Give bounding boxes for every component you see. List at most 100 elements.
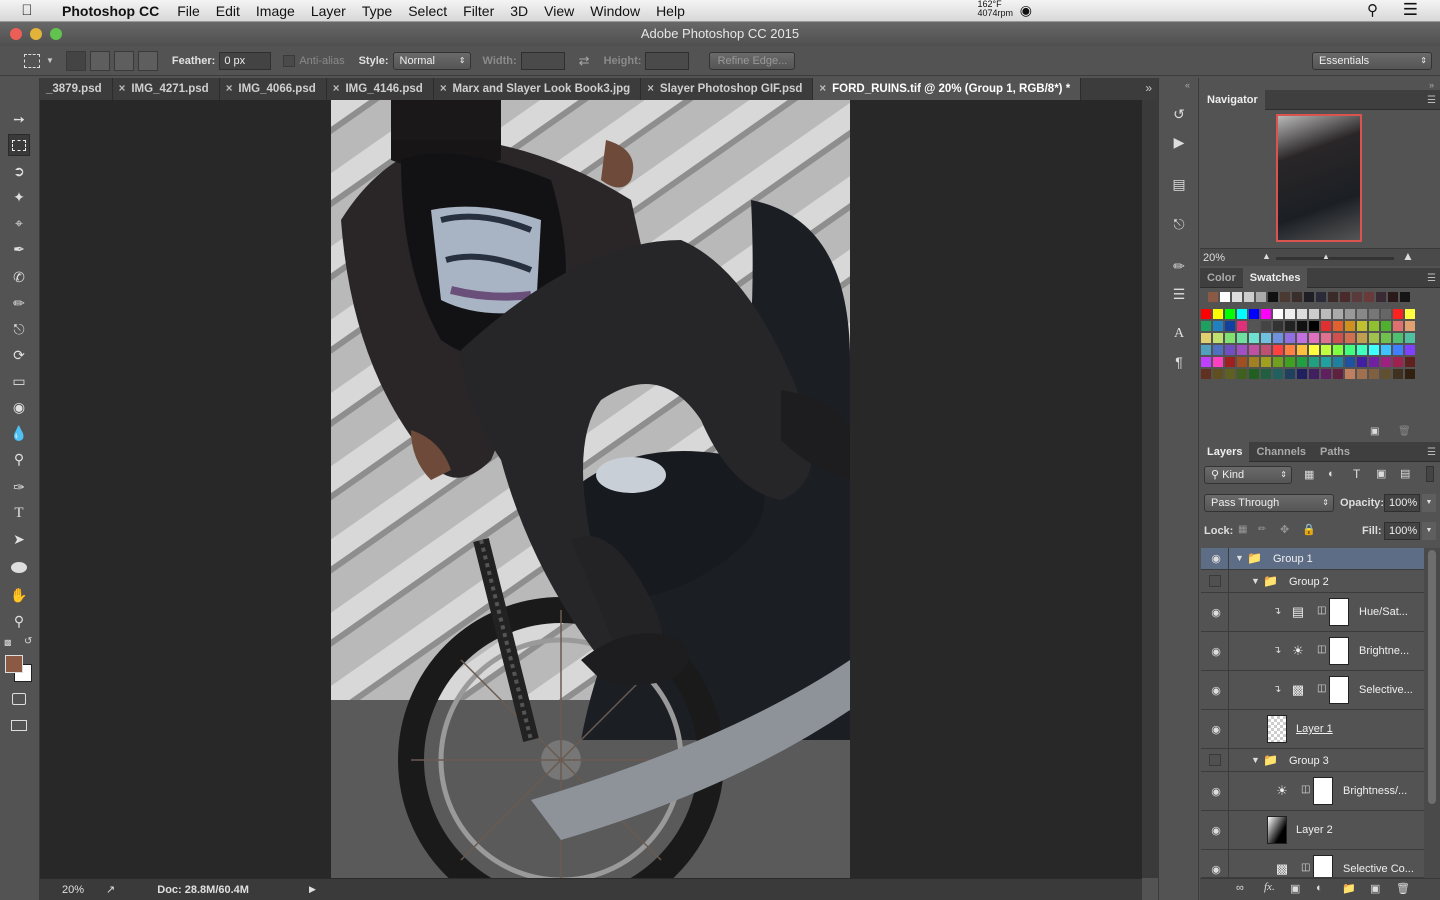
zoom-tool-icon[interactable]: ⚲ — [8, 610, 30, 632]
layers-scrollbar-thumb[interactable] — [1428, 550, 1436, 804]
swatch[interactable] — [1249, 309, 1259, 319]
default-colors-icon[interactable]: ▩ — [4, 638, 12, 647]
opacity-dropdown-icon[interactable]: ▼ — [1422, 494, 1436, 512]
swatch[interactable] — [1201, 309, 1211, 319]
swatch[interactable] — [1393, 321, 1403, 331]
close-tab-icon[interactable]: × — [119, 83, 126, 95]
history-brush-tool-icon[interactable]: ⟳ — [8, 344, 30, 366]
swatch[interactable] — [1225, 321, 1235, 331]
swatch[interactable] — [1393, 333, 1403, 343]
swatch[interactable] — [1388, 292, 1398, 302]
swatch[interactable] — [1316, 292, 1326, 302]
add-to-selection-button[interactable] — [89, 50, 110, 71]
filter-adjustment-icon[interactable]: ◐ — [1328, 468, 1335, 480]
swatch[interactable] — [1309, 345, 1319, 355]
mask-link-icon[interactable]: ◫ — [1317, 605, 1326, 616]
swatch[interactable] — [1225, 369, 1235, 379]
doc-tab-active[interactable]: × FORD_RUINS.tif @ 20% (Group 1, RGB/8*) … — [813, 78, 1082, 100]
eye-visible-icon[interactable]: ◉ — [1209, 552, 1223, 565]
swatch[interactable] — [1273, 357, 1283, 367]
move-tool-icon[interactable]: ➙ — [8, 108, 30, 130]
swatch[interactable] — [1213, 333, 1223, 343]
doc-tab[interactable]: × IMG_4271.psd — [113, 78, 220, 100]
filter-toggle-icon[interactable] — [1426, 466, 1434, 482]
swatch[interactable] — [1357, 321, 1367, 331]
swatch[interactable] — [1297, 369, 1307, 379]
swatch[interactable] — [1225, 309, 1235, 319]
subtract-from-selection-button[interactable] — [113, 50, 134, 71]
channels-tab[interactable]: Channels — [1249, 442, 1313, 462]
swatch[interactable] — [1321, 369, 1331, 379]
collapse-dock-icon[interactable]: « — [1185, 80, 1190, 90]
refine-edge-button[interactable]: Refine Edge... — [709, 51, 796, 70]
crop-tool-icon[interactable]: ⌖ — [8, 212, 30, 234]
swatch[interactable] — [1345, 333, 1355, 343]
doc-tab[interactable]: × Slayer Photoshop GIF.psd — [641, 78, 814, 100]
eyedropper-tool-icon[interactable]: ✒ — [8, 238, 30, 260]
swatch[interactable] — [1225, 333, 1235, 343]
eye-visible-icon[interactable]: ◉ — [1209, 645, 1223, 658]
adjustments-panel-icon[interactable]: ☰ — [1169, 284, 1189, 304]
eye-hidden-box[interactable] — [1209, 754, 1221, 766]
swatch[interactable] — [1213, 345, 1223, 355]
swatch[interactable] — [1249, 357, 1259, 367]
swatch[interactable] — [1345, 345, 1355, 355]
layer-row[interactable]: ▼ 📁 Group 3 — [1201, 749, 1424, 772]
lock-position-icon[interactable]: ✥ — [1280, 523, 1289, 536]
layer-row[interactable]: ◉ ↴ ▤ ◫ Hue/Sat... — [1201, 593, 1424, 632]
mask-link-icon[interactable]: ◫ — [1317, 644, 1326, 655]
swatch[interactable] — [1220, 292, 1230, 302]
layer-row[interactable]: ◉ ↴ ▩ ◫ Selective... — [1201, 671, 1424, 710]
swatch[interactable] — [1237, 309, 1247, 319]
menu-view[interactable]: View — [536, 3, 582, 19]
swatch[interactable] — [1321, 321, 1331, 331]
menu-type[interactable]: Type — [354, 3, 400, 19]
color-tab[interactable]: Color — [1200, 268, 1243, 288]
swatch[interactable] — [1400, 292, 1410, 302]
swatch[interactable] — [1273, 333, 1283, 343]
swatch[interactable] — [1285, 333, 1295, 343]
swatch[interactable] — [1321, 345, 1331, 355]
layer-name[interactable]: Layer 2 — [1296, 824, 1333, 836]
filter-pixel-icon[interactable]: ▦ — [1304, 468, 1314, 481]
swatch[interactable] — [1273, 309, 1283, 319]
layer-mask-thumbnail[interactable] — [1329, 637, 1349, 665]
navigator-thumbnail[interactable] — [1276, 114, 1362, 242]
menu-app-name[interactable]: Photoshop CC — [54, 3, 169, 19]
layers-scrollbar[interactable] — [1424, 548, 1440, 878]
swatch[interactable] — [1345, 309, 1355, 319]
swatch[interactable] — [1333, 309, 1343, 319]
swatch[interactable] — [1225, 357, 1235, 367]
swatch[interactable] — [1261, 333, 1271, 343]
swatch[interactable] — [1357, 309, 1367, 319]
layer-mask-thumbnail[interactable] — [1313, 777, 1333, 805]
eye-visible-icon[interactable]: ◉ — [1209, 863, 1223, 876]
swatch[interactable] — [1328, 292, 1338, 302]
doc-tab[interactable]: _3879.psd — [40, 78, 113, 100]
more-tabs-icon[interactable]: » — [1145, 81, 1152, 95]
layer-row[interactable]: ▼ 📁 Group 2 — [1201, 570, 1424, 593]
add-mask-icon[interactable]: ▣ — [1290, 882, 1300, 895]
minimize-window-button[interactable] — [30, 28, 42, 40]
panel-menu-icon[interactable]: ☰ — [1427, 273, 1436, 284]
swatch[interactable] — [1280, 292, 1290, 302]
layers-tab[interactable]: Layers — [1200, 441, 1250, 462]
doc-tab[interactable]: × IMG_4066.psd — [220, 78, 327, 100]
swatch[interactable] — [1369, 321, 1379, 331]
canvas-vertical-scrollbar[interactable] — [1142, 100, 1158, 878]
zoom-window-button[interactable] — [50, 28, 62, 40]
rectangular-marquee-tool-icon[interactable] — [8, 134, 30, 156]
paint-bucket-tool-icon[interactable]: ◉ — [8, 396, 30, 418]
brush-panel-icon[interactable]: ✏ — [1169, 256, 1189, 276]
swatch[interactable] — [1201, 345, 1211, 355]
eye-visible-icon[interactable]: ◉ — [1209, 606, 1223, 619]
close-tab-icon[interactable]: × — [226, 83, 233, 95]
quick-mask-icon[interactable] — [8, 688, 30, 710]
close-tab-icon[interactable]: × — [440, 83, 447, 95]
actions-panel-icon[interactable]: ▶ — [1169, 132, 1189, 152]
swatch[interactable] — [1225, 345, 1235, 355]
healing-brush-tool-icon[interactable]: ✆ — [8, 266, 30, 288]
swatch[interactable] — [1393, 357, 1403, 367]
layer-name[interactable]: Brightness/... — [1343, 785, 1407, 797]
lock-transparent-icon[interactable]: ▦ — [1238, 524, 1247, 535]
